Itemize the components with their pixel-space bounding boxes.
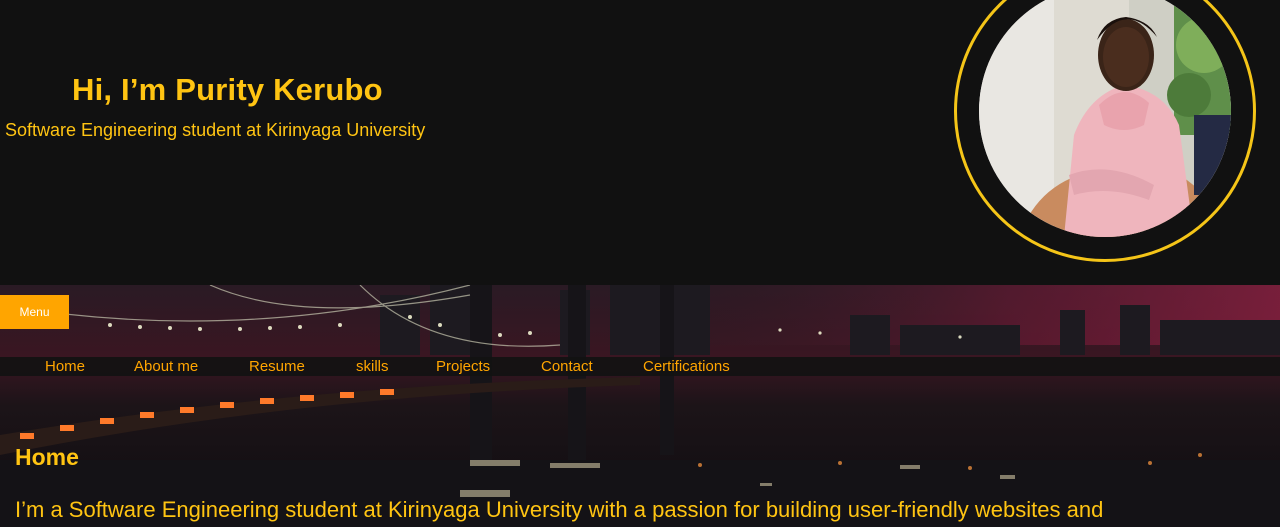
- hero-subtitle: Software Engineering student at Kirinyag…: [5, 120, 426, 140]
- avatar: [979, 0, 1231, 237]
- nav-link-about-me[interactable]: About me: [134, 357, 198, 376]
- avatar-ring: [954, 0, 1256, 262]
- hero-title: Hi, I’m Purity Kerubo: [72, 72, 383, 107]
- nav-link-home[interactable]: Home: [45, 357, 85, 376]
- main-nav: Home About me Resume skills Projects Con…: [0, 357, 1280, 376]
- home-section-heading: Home: [15, 444, 79, 470]
- hero-header: Hi, I’m Purity Kerubo Software Engineeri…: [0, 0, 1280, 285]
- menu-button[interactable]: Menu: [0, 295, 69, 329]
- nav-link-projects[interactable]: Projects: [436, 357, 490, 376]
- profile-photo-icon: [979, 0, 1231, 237]
- home-intro-text: I’m a Software Engineering student at Ki…: [15, 497, 1104, 522]
- nav-link-contact[interactable]: Contact: [541, 357, 593, 376]
- city-bridge-banner: [0, 285, 1280, 527]
- night-bridge-cityscape-icon: [0, 285, 1280, 527]
- nav-link-resume[interactable]: Resume: [249, 357, 305, 376]
- nav-link-certifications[interactable]: Certifications: [643, 357, 730, 376]
- nav-link-skills[interactable]: skills: [356, 357, 389, 376]
